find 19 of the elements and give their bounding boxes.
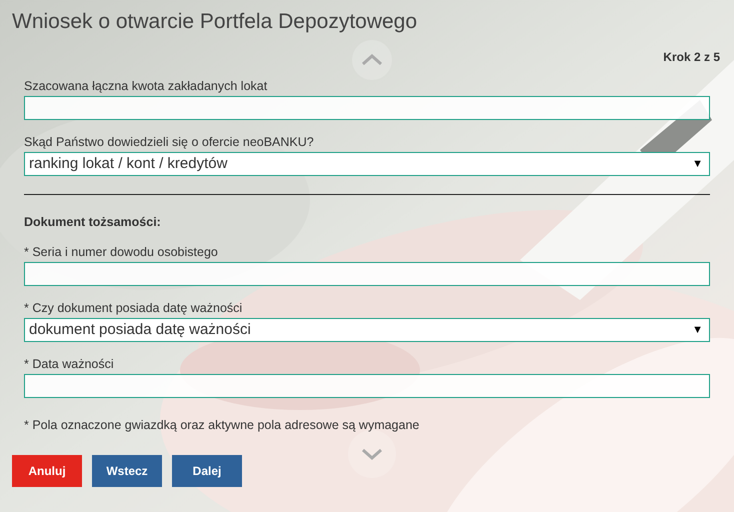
input-field[interactable]: [24, 96, 710, 120]
required-note: * Pola oznaczone gwiazdką oraz aktywne pola adresowe są wymagane: [24, 416, 420, 434]
page-title: Wniosek o otwarcie Portfela Depozytowego: [12, 9, 418, 35]
input-field[interactable]: [24, 374, 710, 398]
form-button[interactable]: Wstecz: [92, 454, 162, 486]
step-indicator: Krok 2 z 5: [663, 49, 720, 66]
scroll-up-icon[interactable]: [352, 40, 392, 80]
section-heading: Dokument tożsamości:: [24, 214, 162, 231]
field-label: Skąd Państwo dowiedzieli się o ofercie neoBANKU?: [24, 134, 315, 151]
dropdown[interactable]: ranking lokat / kont / kredytów ▼: [24, 152, 710, 176]
form-button[interactable]: Dalej: [172, 454, 242, 486]
field-label: * Seria i numer dowodu osobistego: [24, 244, 219, 261]
input-field[interactable]: [24, 262, 710, 286]
form-button[interactable]: Anuluj: [12, 454, 82, 486]
scroll-down-icon[interactable]: [348, 430, 396, 478]
field-label: * Czy dokument posiada datę ważności: [24, 300, 244, 317]
dropdown[interactable]: dokument posiada datę ważności ▼: [24, 318, 710, 342]
field-label: Szacowana łączna kwota zakładanych lokat: [24, 78, 268, 95]
field-label: * Data ważności: [24, 356, 115, 373]
